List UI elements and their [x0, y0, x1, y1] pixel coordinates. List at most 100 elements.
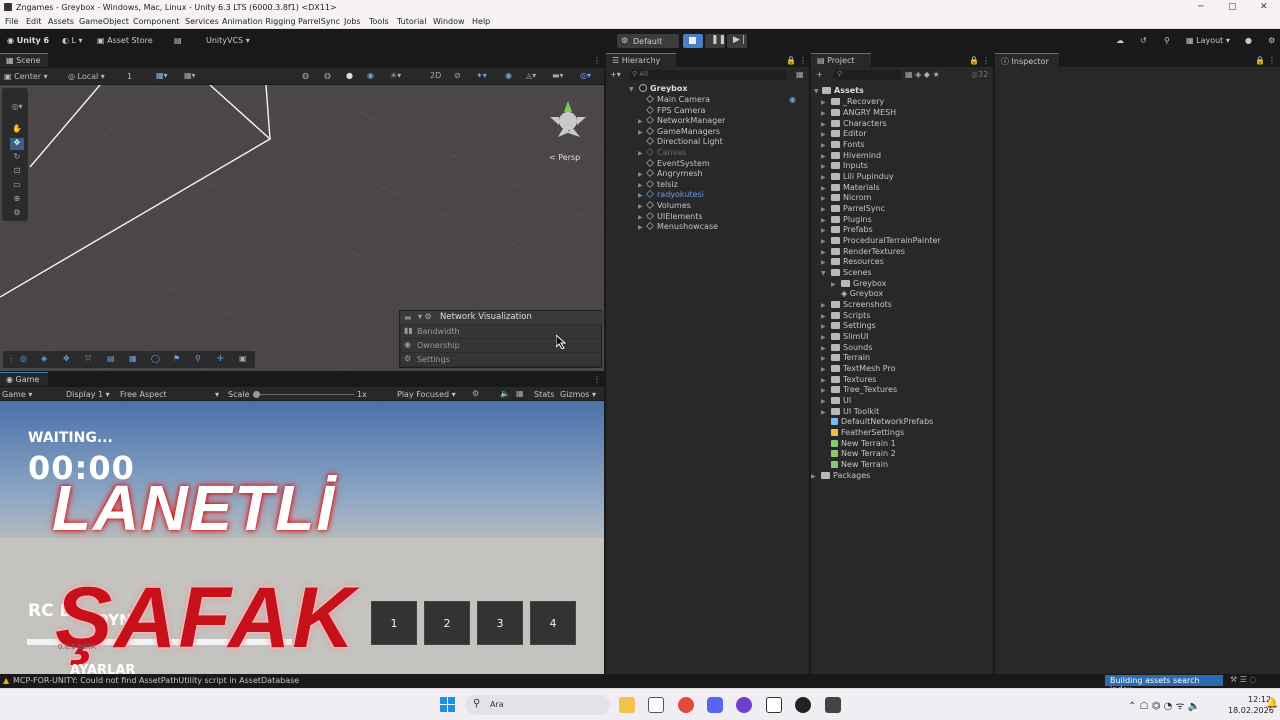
folder-expand-icon[interactable]: ▶ — [821, 185, 826, 192]
project-folder[interactable]: Characters — [831, 119, 887, 128]
menu-edit[interactable]: Edit — [26, 17, 42, 26]
camera-visibility-icon[interactable]: ◉ — [789, 95, 796, 104]
hierarchy-item-prefab[interactable]: radyokutesi — [646, 190, 704, 199]
aspect-dropdown[interactable]: Free Aspect — [120, 390, 167, 399]
project-folder[interactable]: Packages — [821, 471, 870, 480]
cloud-icon[interactable]: ☁ — [1116, 36, 1124, 45]
project-folder[interactable]: Nicrom — [831, 193, 871, 202]
project-folder[interactable]: Editor — [831, 129, 867, 138]
expand-greybox-icon[interactable]: ▼ — [629, 86, 634, 93]
snap-icon[interactable]: ▦▾ — [184, 71, 196, 80]
rotate-tool-icon[interactable]: ↻ — [10, 152, 24, 164]
project-folder[interactable]: TextMesh Pro — [831, 364, 895, 373]
netviz-drag-icon[interactable]: ▬ — [404, 313, 412, 322]
play-button[interactable] — [683, 34, 703, 48]
stats-button[interactable]: Stats — [534, 390, 554, 399]
project-folder[interactable]: Greybox — [841, 279, 886, 288]
tab-hierarchy[interactable]: ☰ Hierarchy — [606, 53, 676, 67]
folder-expand-icon[interactable]: ▶ — [821, 302, 826, 309]
project-folder[interactable]: Screenshots — [831, 300, 892, 309]
scene-viewport[interactable]: ◎▾ ✋ ✥ ↻ ⊡ ▭ ⊕ ⚙ < Persp ▬ ▾ ⚙ Network V… — [0, 85, 604, 371]
search-icon[interactable]: ⚲ — [1164, 36, 1170, 45]
netviz-bandwidth[interactable]: ▮▮ Bandwidth — [401, 325, 601, 338]
history-icon[interactable]: ↺ — [1140, 36, 1147, 45]
folder-expand-icon[interactable]: ▶ — [821, 163, 826, 170]
status-icons[interactable]: ⚒ ☰ ◌ — [1230, 675, 1256, 684]
perspective-label[interactable]: < Persp — [549, 153, 580, 162]
project-folder[interactable]: Scenes — [831, 268, 872, 277]
package-icon[interactable]: ▤ — [174, 36, 182, 45]
hierarchy-lock-icon[interactable]: 🔒 — [786, 56, 796, 65]
hierarchy-item[interactable]: GameManagers — [646, 127, 720, 136]
hierarchy-filter-icon[interactable]: ▦ — [796, 70, 804, 79]
folder-expand-icon[interactable]: ▶ — [811, 473, 816, 480]
folder-expand-icon[interactable]: ▶ — [821, 355, 826, 362]
folder-expand-icon[interactable]: ▶ — [821, 334, 826, 341]
overlay-tool-2-icon[interactable]: ◈ — [41, 354, 47, 363]
project-menu-icon[interactable]: ⋮ — [982, 56, 990, 65]
mute-icon[interactable]: 🔈 — [500, 389, 510, 398]
folder-expand-icon[interactable]: ▶ — [821, 323, 826, 330]
file-explorer-icon[interactable] — [619, 697, 635, 713]
folder-expand-icon[interactable]: ▶ — [821, 227, 826, 234]
transform-tool-icon[interactable]: ⊕ — [10, 194, 24, 206]
number-button-3[interactable]: 3 — [477, 601, 523, 645]
hierarchy-item[interactable]: UIElements — [646, 212, 703, 221]
project-folder[interactable]: Sounds — [831, 343, 872, 352]
menu-window[interactable]: Window — [433, 17, 465, 26]
project-folder[interactable]: Materials — [831, 183, 880, 192]
minimize-icon[interactable]: ─ — [1198, 2, 1203, 12]
folder-expand-icon[interactable]: ▶ — [821, 121, 826, 128]
avatar[interactable]: ◐ L ▾ — [62, 36, 83, 45]
hierarchy-scene-root[interactable]: Greybox — [639, 84, 688, 93]
folder-expand-icon[interactable]: ▶ — [821, 387, 826, 394]
inspector-menu-icon[interactable]: ⋮ — [1268, 56, 1276, 65]
netviz-settings[interactable]: ⚙ Settings — [401, 353, 601, 366]
status-message[interactable]: MCP-FOR-UNITY: Could not find AssetPathU… — [13, 676, 299, 685]
keyboard-icon[interactable]: ▦ — [516, 389, 524, 398]
project-scene-asset[interactable]: ◈ Greybox — [841, 289, 883, 298]
project-folder[interactable]: _Recovery — [831, 97, 884, 106]
move-tool-icon[interactable]: ✥ — [10, 138, 24, 150]
settings-menu-text[interactable]: AYARLAR — [70, 663, 135, 674]
project-assets-root[interactable]: Assets — [822, 86, 864, 95]
inspector-lock-icon[interactable]: 🔒 — [1255, 56, 1265, 65]
pause-button[interactable]: ❚❚ — [705, 34, 726, 48]
orientation-gizmo[interactable] — [544, 97, 594, 147]
menu-assets[interactable]: Assets — [48, 17, 74, 26]
hierarchy-item[interactable]: FPS Camera — [646, 106, 705, 115]
layers-icon[interactable]: ▬▾ — [552, 71, 564, 80]
overlay-tool-5-icon[interactable]: ▤ — [107, 354, 115, 363]
tab-inspector[interactable]: ⓘ Inspector — [995, 53, 1059, 67]
help-icon[interactable]: ● — [1245, 36, 1252, 45]
gizmos-icon[interactable]: ◎▾ — [580, 71, 591, 80]
project-folder[interactable]: ProceduralTerrainPainter — [831, 236, 941, 245]
folder-expand-icon[interactable]: ▶ — [821, 153, 826, 160]
folder-expand-icon[interactable]: ▶ — [821, 110, 826, 117]
playmode-dropdown[interactable]: ⚙ Default — [617, 34, 679, 48]
display-dropdown[interactable]: Display 1 ▾ — [66, 390, 110, 399]
project-lock-icon[interactable]: 🔒 — [969, 56, 979, 65]
unity-editor-icon[interactable] — [825, 697, 841, 713]
play-focus-dropdown[interactable]: Play Focused ▾ — [397, 390, 456, 399]
netviz-ownership[interactable]: ◉ Ownership — [401, 339, 601, 352]
menu-parrelsync[interactable]: ParrelSync — [298, 17, 340, 26]
project-folder[interactable]: SlimUI — [831, 332, 869, 341]
folder-expand-icon[interactable]: ▶ — [821, 206, 826, 213]
folder-expand-icon[interactable]: ▶ — [821, 345, 826, 352]
visibility-icon[interactable]: ◉ — [505, 71, 512, 80]
project-asset[interactable]: DefaultNetworkPrefabs — [831, 417, 933, 426]
project-folder[interactable]: Terrain — [831, 353, 870, 362]
hierarchy-item[interactable]: EventSystem — [646, 159, 710, 168]
chrome-icon[interactable] — [678, 697, 694, 713]
gizmos-button[interactable]: Gizmos ▾ — [560, 390, 596, 399]
project-folder[interactable]: Textures — [831, 375, 876, 384]
folder-expand-icon[interactable]: ▶ — [821, 174, 826, 181]
lighting-icon[interactable]: ☀▾ — [390, 71, 401, 80]
audio-icon[interactable]: ⊘ — [454, 71, 461, 80]
project-folder[interactable]: Fonts — [831, 140, 865, 149]
grid-snap-field[interactable]: 1 — [127, 72, 132, 81]
assets-expand-icon[interactable]: ▼ — [814, 88, 819, 95]
taskbar-search-input[interactable]: ⚲ Ara — [465, 695, 610, 715]
overlay-tool-11-icon[interactable]: ▣ — [239, 354, 247, 363]
